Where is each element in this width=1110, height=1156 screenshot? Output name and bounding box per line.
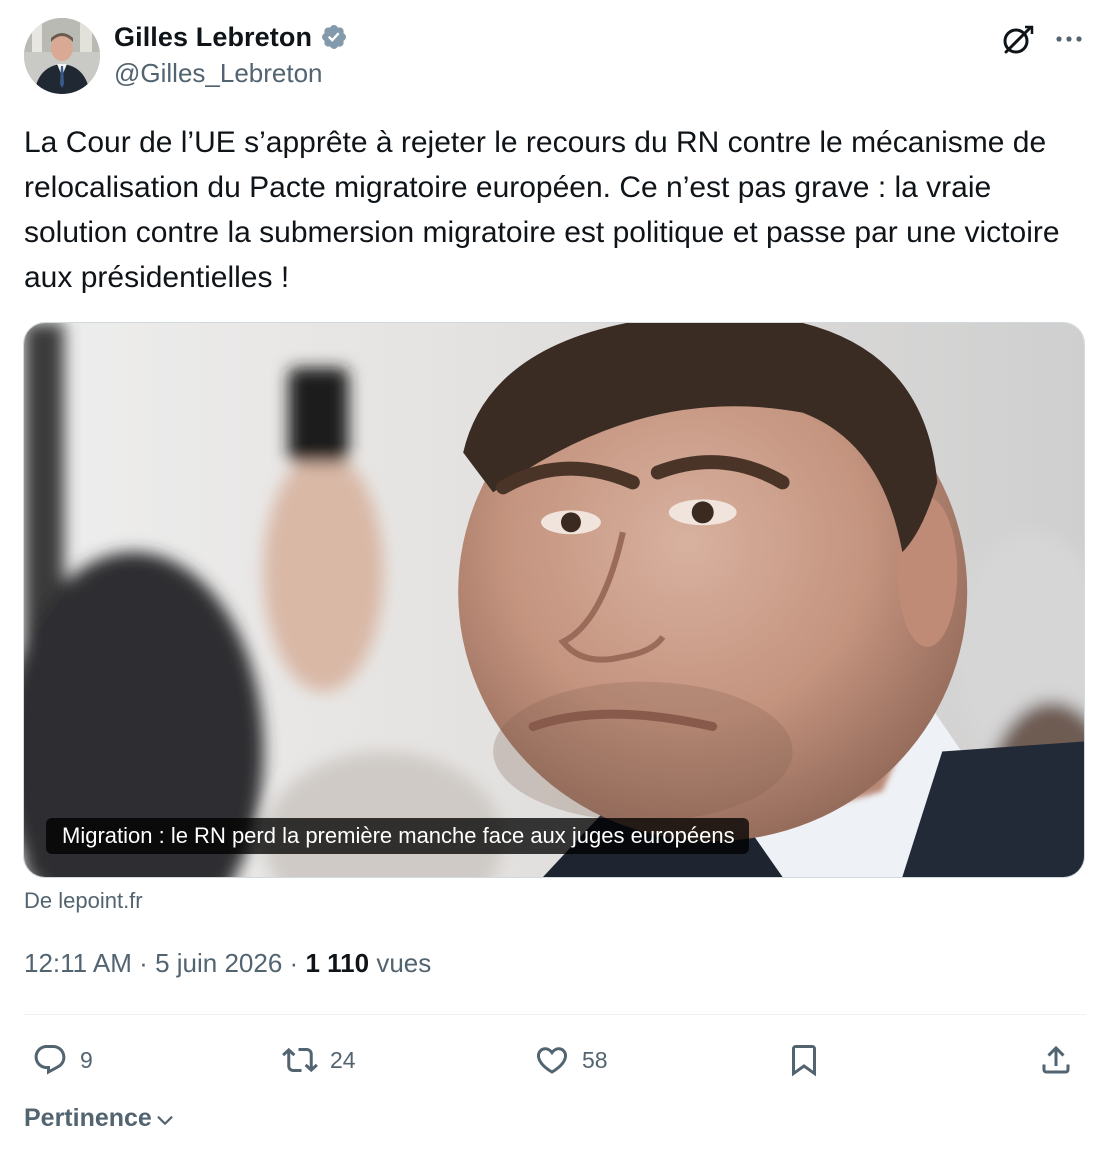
reply-button[interactable]: 9 bbox=[32, 1040, 93, 1080]
sort-dropdown[interactable]: Pertinence bbox=[24, 1104, 176, 1133]
verified-badge-icon[interactable] bbox=[320, 23, 348, 51]
retweet-count: 24 bbox=[330, 1046, 356, 1073]
avatar[interactable] bbox=[24, 18, 100, 94]
share-icon bbox=[1042, 1045, 1070, 1074]
grok-icon[interactable] bbox=[999, 22, 1035, 58]
more-icon[interactable] bbox=[1052, 22, 1086, 56]
sort-label: Pertinence bbox=[24, 1104, 152, 1132]
chevron-down-icon bbox=[157, 1115, 173, 1125]
tweet-text: La Cour de l’UE s’apprête à rejeter le r… bbox=[24, 126, 1060, 294]
bookmark-button[interactable] bbox=[786, 1040, 822, 1080]
views-label: vues bbox=[376, 948, 432, 978]
reply-count: 9 bbox=[80, 1046, 93, 1073]
retweet-button[interactable]: 24 bbox=[282, 1040, 356, 1080]
heart-icon bbox=[536, 1047, 568, 1074]
card-image bbox=[24, 323, 1084, 877]
tweet: Gilles Lebreton @Gilles_Lebreton La Cour… bbox=[0, 0, 1110, 1156]
like-button[interactable]: 58 bbox=[534, 1040, 608, 1080]
tweet-date[interactable]: 5 juin 2026 bbox=[155, 948, 282, 978]
card-source[interactable]: De lepoint.fr bbox=[24, 888, 143, 914]
tweet-meta: 12:11 AM · 5 juin 2026 · 1 110 vues bbox=[24, 948, 431, 979]
meta-separator: · bbox=[289, 948, 299, 978]
author-block: Gilles Lebreton @Gilles_Lebreton bbox=[114, 18, 348, 89]
bookmark-icon bbox=[792, 1045, 816, 1077]
link-card[interactable]: Migration : le RN perd la première manch… bbox=[23, 322, 1085, 878]
tweet-time[interactable]: 12:11 AM bbox=[24, 948, 132, 978]
views-count: 1 110 bbox=[305, 948, 370, 978]
share-button[interactable] bbox=[1038, 1040, 1074, 1080]
meta-separator: · bbox=[139, 948, 148, 978]
retweet-icon bbox=[282, 1047, 318, 1073]
reply-icon bbox=[34, 1045, 66, 1075]
avatar-photo bbox=[24, 18, 100, 94]
like-count: 58 bbox=[582, 1046, 608, 1073]
card-caption[interactable]: Migration : le RN perd la première manch… bbox=[46, 818, 749, 854]
author-handle[interactable]: @Gilles_Lebreton bbox=[114, 58, 348, 89]
author-name[interactable]: Gilles Lebreton bbox=[114, 22, 312, 53]
divider bbox=[24, 1014, 1086, 1015]
